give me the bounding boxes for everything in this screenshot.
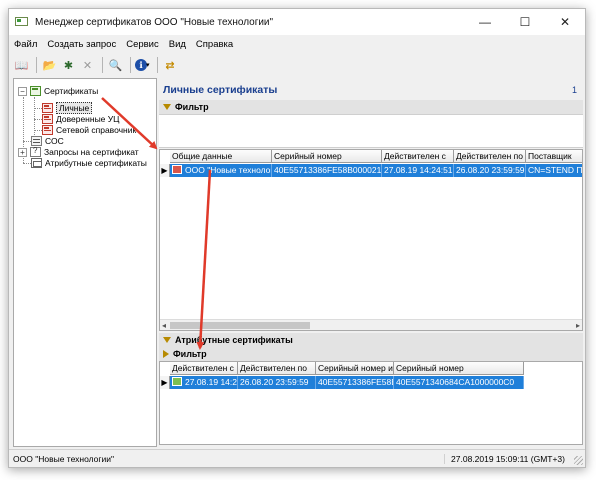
- menu-view[interactable]: Вид: [164, 39, 191, 50]
- column-header[interactable]: Общие данные: [170, 150, 272, 163]
- main-window: Менеджер сертификатов ООО "Новые техноло…: [8, 8, 586, 468]
- tree-item-label: СОС: [45, 136, 64, 146]
- attribute-certificate-icon: [172, 377, 182, 387]
- chevron-down-icon[interactable]: ▾: [146, 61, 150, 69]
- tree-connector: [34, 130, 42, 131]
- menu-bar: Файл Создать запрос Сервис Вид Справка: [9, 36, 585, 53]
- tree-item-label: Запросы на сертификат: [44, 147, 139, 157]
- column-header[interactable]: Действителен по: [454, 150, 526, 163]
- table-cell: 27.08.19 14:26:1: [170, 376, 238, 389]
- table-cell: ООО "Новые технологии": [170, 164, 272, 177]
- import-icon[interactable]: 📂: [41, 57, 58, 74]
- menu-service[interactable]: Сервис: [121, 39, 164, 50]
- column-header[interactable]: Поставщик: [526, 150, 582, 163]
- tree-item-label: Сертификаты: [44, 86, 99, 96]
- attribute-certificate-icon: [31, 158, 42, 168]
- expand-icon[interactable]: +: [18, 147, 27, 157]
- expand-icon[interactable]: [163, 350, 169, 358]
- exchange-icon[interactable]: ⇄: [162, 57, 179, 74]
- tree-connector: [23, 141, 31, 142]
- tree-item-attribute-certificates[interactable]: Атрибутные сертификаты: [31, 157, 147, 169]
- certificates-folder-icon: [30, 86, 41, 96]
- app-icon: [15, 16, 29, 28]
- status-datetime: 27.08.2019 15:09:11 (GMT+3): [444, 453, 585, 464]
- certificate-icon: [172, 165, 182, 175]
- close-button[interactable]: ✕: [545, 9, 585, 35]
- tree-item-certificates[interactable]: − Сертификаты: [18, 85, 98, 97]
- tree-connector: [34, 97, 35, 139]
- toolbar: 📖 📂 ✱ ✕ 🔍 ℹ ▾ ⇄: [9, 54, 585, 76]
- personal-filter-area[interactable]: [159, 114, 583, 148]
- certificate-count: 1: [571, 85, 577, 95]
- filter-label: Фильтр: [175, 102, 209, 112]
- tree-connector: [34, 108, 42, 109]
- window-title: Менеджер сертификатов ООО "Новые техноло…: [35, 16, 274, 28]
- personal-section-title: Личные сертификаты: [163, 84, 278, 96]
- attribute-section-header[interactable]: Атрибутные сертификаты: [159, 333, 583, 347]
- collapse-icon[interactable]: −: [18, 86, 27, 96]
- resize-grip-icon[interactable]: [574, 456, 583, 465]
- table-cell: 40E55713386FE58B000021489: [272, 164, 382, 177]
- toolbar-separator: [102, 57, 103, 73]
- tree-item-label: Доверенные УЦ: [56, 114, 120, 124]
- horizontal-scrollbar[interactable]: ◂ ▸: [160, 319, 582, 330]
- scroll-right-icon[interactable]: ▸: [576, 321, 580, 330]
- table-cell: 27.08.19 14:24:51: [382, 164, 454, 177]
- grid-header: Действителен с Действителен по Серийный …: [170, 362, 524, 375]
- scroll-thumb[interactable]: [170, 322, 310, 329]
- column-header[interactable]: Серийный номер исх: [316, 362, 394, 375]
- toolbar-separator: [156, 57, 158, 73]
- table-cell: CN=STEND П: [526, 164, 583, 177]
- maximize-button[interactable]: ☐: [505, 9, 545, 35]
- crl-icon: [31, 136, 42, 146]
- current-row-indicator: ▶: [160, 164, 170, 177]
- tree-connector: [23, 163, 31, 164]
- table-cell: 26.08.20 23:59:59: [238, 376, 316, 389]
- toolbar-separator: [130, 57, 131, 73]
- certificate-icon: [42, 125, 53, 135]
- filter-toggle-icon[interactable]: [163, 104, 171, 110]
- delete-icon[interactable]: ✕: [79, 57, 96, 74]
- tree-item-label: Атрибутные сертификаты: [45, 158, 147, 168]
- status-organization: ООО "Новые технологии": [13, 453, 115, 464]
- attribute-section-title: Атрибутные сертификаты: [175, 335, 293, 345]
- table-row[interactable]: 27.08.19 14:26:1 26.08.20 23:59:59 40E55…: [170, 376, 524, 389]
- status-bar: ООО "Новые технологии" 27.08.2019 15:09:…: [9, 449, 585, 467]
- filter-label: Фильтр: [173, 349, 207, 359]
- bug-icon[interactable]: ✱: [60, 57, 77, 74]
- navigation-tree[interactable]: − Сертификаты Личные Доверенные УЦ Сетев…: [13, 78, 157, 447]
- current-row-indicator: ▶: [160, 376, 170, 389]
- column-header[interactable]: Действителен с: [382, 150, 454, 163]
- tree-connector: [34, 119, 42, 120]
- request-icon: [30, 146, 41, 157]
- grid-header: Общие данные Серийный номер Действителен…: [170, 150, 582, 163]
- open-icon[interactable]: 📖: [13, 57, 30, 74]
- table-cell: 40E5571340684CA1000000C0: [394, 376, 524, 389]
- column-header[interactable]: Действителен по: [238, 362, 316, 375]
- table-cell: 26.08.20 23:59:59: [454, 164, 526, 177]
- menu-file[interactable]: Файл: [9, 39, 42, 50]
- menu-help[interactable]: Справка: [191, 39, 238, 50]
- column-header[interactable]: Серийный номер: [394, 362, 524, 375]
- collapse-icon[interactable]: [163, 337, 171, 343]
- column-header[interactable]: Действителен с: [170, 362, 238, 375]
- personal-filter-header[interactable]: Фильтр: [159, 100, 583, 114]
- scroll-left-icon[interactable]: ◂: [162, 321, 166, 330]
- attribute-filter-header[interactable]: Фильтр: [159, 347, 583, 361]
- toolbar-separator: [36, 57, 37, 73]
- menu-create-request[interactable]: Создать запрос: [42, 39, 121, 50]
- column-header[interactable]: Серийный номер: [272, 150, 382, 163]
- attribute-certificates-grid[interactable]: Действителен с Действителен по Серийный …: [159, 361, 583, 445]
- certificate-icon: [42, 114, 53, 124]
- minimize-button[interactable]: —: [465, 9, 505, 35]
- content-pane: Личные сертификаты 1 Фильтр Общие данные…: [159, 78, 583, 447]
- table-cell: 40E55713386FE58B00: [316, 376, 394, 389]
- table-row[interactable]: ООО "Новые технологии" 40E55713386FE58B0…: [170, 164, 583, 177]
- preview-icon[interactable]: 🔍: [107, 57, 124, 74]
- tree-item-label: Сетевой справочник: [56, 125, 137, 135]
- title-bar[interactable]: Менеджер сертификатов ООО "Новые техноло…: [9, 9, 585, 35]
- personal-section-header: Личные сертификаты 1: [159, 82, 583, 98]
- certificate-icon: [42, 103, 53, 113]
- personal-certificates-grid[interactable]: Общие данные Серийный номер Действителен…: [159, 149, 583, 331]
